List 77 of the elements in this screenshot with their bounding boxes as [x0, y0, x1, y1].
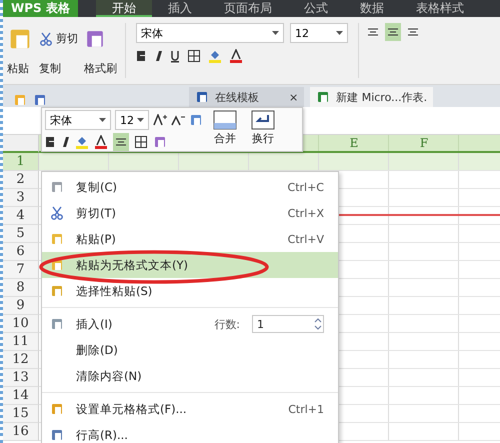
italic-icon[interactable]	[154, 50, 162, 62]
menu-item[interactable]: 剪切(T) Ctrl+X	[42, 200, 338, 226]
document-tab[interactable]: 在线模板 ×	[189, 87, 304, 107]
menu-tab[interactable]: 数据	[344, 0, 400, 17]
caret-icon	[336, 31, 343, 35]
row-header[interactable]: 6	[3, 243, 39, 261]
wrap-text-icon	[251, 110, 275, 130]
scissors-icon	[50, 206, 64, 220]
bold-icon[interactable]	[136, 50, 146, 62]
underline-icon[interactable]	[170, 50, 180, 62]
row-header[interactable]: 3	[3, 189, 39, 207]
font-field[interactable]: 宋体	[45, 110, 111, 130]
caret-icon	[272, 31, 279, 35]
row-count-field[interactable]: 1	[252, 315, 324, 333]
menu-tab[interactable]: 公式	[288, 0, 344, 17]
scissors-icon	[39, 32, 53, 46]
app-menu-button[interactable]: WPS 表格	[3, 0, 78, 17]
shrink-font-icon[interactable]	[171, 114, 185, 126]
menu-item[interactable]: 行高(R)...	[42, 422, 338, 443]
font-field[interactable]: 宋体	[136, 23, 284, 43]
menu-tab[interactable]: 插入	[152, 0, 208, 17]
paste-button[interactable]: 粘贴	[7, 60, 33, 76]
merge-cells-icon	[213, 110, 237, 130]
row-header[interactable]: 13	[3, 369, 39, 387]
menu-item[interactable]: 复制(C) Ctrl+C	[42, 174, 338, 200]
menu-item[interactable]: 粘贴(P) Ctrl+V	[42, 226, 338, 252]
menu-tab[interactable]: 表格样式	[400, 0, 480, 17]
italic-icon[interactable]	[61, 136, 69, 148]
spinner-arrows-icon[interactable]	[313, 316, 323, 332]
cut-button[interactable]: 剪切	[39, 31, 78, 46]
fill-color-icon[interactable]	[208, 49, 222, 63]
copy-button[interactable]: 复制	[39, 60, 78, 76]
menu-tab[interactable]: 页面布局	[208, 0, 288, 17]
row-header[interactable]: 16	[3, 423, 39, 441]
row-header[interactable]: 2	[3, 171, 39, 189]
wrap-button[interactable]: 换行	[247, 110, 279, 149]
font-size-field[interactable]: 12	[290, 23, 348, 43]
bold-icon[interactable]	[45, 136, 55, 148]
menu-item[interactable]: 选择性粘贴(S)	[42, 278, 338, 304]
menu-item[interactable]: 清除内容(N)	[42, 363, 338, 389]
merge-button[interactable]: 合并	[209, 110, 241, 149]
font-color-icon[interactable]	[95, 135, 107, 149]
shortcut-label: Ctrl+V	[288, 232, 324, 246]
column-header[interactable]: F	[420, 136, 428, 150]
menu-item[interactable]: 插入(I) 行数: 1	[42, 311, 338, 337]
document-tab[interactable]: 新建 Micro...作表.	[310, 87, 434, 107]
caret-icon	[99, 118, 106, 122]
row-header[interactable]: 14	[3, 387, 39, 405]
menu-item[interactable]: 设置单元格格式(F)... Ctrl+1	[42, 396, 338, 422]
row-header[interactable]: 12	[3, 351, 39, 369]
font-size-field[interactable]: 12	[115, 110, 149, 130]
grow-font-icon[interactable]	[153, 114, 167, 126]
font-color-icon[interactable]	[230, 49, 242, 63]
row-header[interactable]: 7	[3, 261, 39, 279]
fill-color-icon[interactable]	[75, 135, 89, 149]
caret-icon	[137, 118, 144, 122]
row-header[interactable]: 11	[3, 333, 39, 351]
menu-item[interactable]: 删除(D)	[42, 337, 338, 363]
select-all-corner[interactable]	[3, 135, 39, 153]
border-icon[interactable]	[188, 50, 200, 62]
menu-tab[interactable]: 开始	[96, 0, 152, 17]
row-header[interactable]: 9	[3, 297, 39, 315]
row-header[interactable]: 8	[3, 279, 39, 297]
row-header[interactable]: 15	[3, 405, 39, 423]
row-header[interactable]: 4	[3, 207, 39, 225]
row-count-label: 行数:	[214, 316, 240, 332]
shortcut-label: Ctrl+X	[288, 206, 324, 220]
row-header[interactable]: 5	[3, 225, 39, 243]
shortcut-label: Ctrl+1	[288, 402, 324, 416]
align-icon[interactable]	[113, 133, 129, 151]
align-icon[interactable]	[385, 23, 401, 41]
column-header[interactable]: E	[350, 136, 358, 150]
row-header[interactable]: 10	[3, 315, 39, 333]
border-icon[interactable]	[135, 136, 147, 148]
row-header[interactable]: 1	[3, 153, 39, 171]
shortcut-label: Ctrl+C	[288, 180, 324, 194]
format-painter-button[interactable]: 格式刷	[84, 60, 117, 76]
